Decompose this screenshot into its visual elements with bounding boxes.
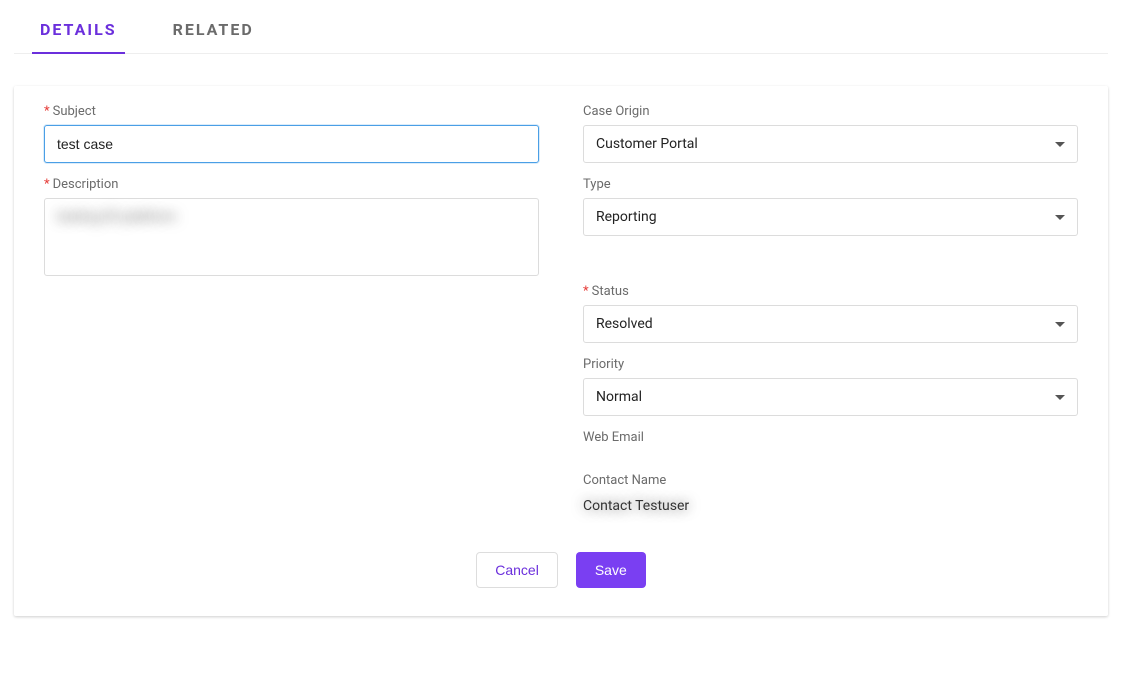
field-contact-name: Contact Name Contact Testuser [583,473,1078,518]
priority-select[interactable]: Normal [583,378,1078,416]
type-label: Type [583,177,1078,192]
priority-label: Priority [583,357,1078,372]
subject-input[interactable] [44,125,539,163]
tab-details[interactable]: DETAILS [32,10,125,53]
case-origin-label: Case Origin [583,104,1078,119]
web-email-value [583,451,1078,459]
field-priority: Priority Normal [583,357,1078,416]
required-icon: * [583,284,589,299]
case-origin-select[interactable]: Customer Portal [583,125,1078,163]
spacer [583,250,1078,284]
required-icon: * [44,177,50,192]
web-email-label: Web Email [583,430,1078,445]
left-column: * Subject * Description testing ES platf… [44,104,539,532]
field-description: * Description testing ES platform [44,177,539,276]
type-select[interactable]: Reporting [583,198,1078,236]
field-subject: * Subject [44,104,539,163]
priority-value: Normal [596,389,642,405]
button-row: Cancel Save [44,552,1078,588]
case-origin-value: Customer Portal [596,136,698,152]
status-value: Resolved [596,316,653,332]
details-panel: * Subject * Description testing ES platf… [14,86,1108,616]
type-value: Reporting [596,209,657,225]
tab-related[interactable]: RELATED [165,10,262,53]
contact-name-label: Contact Name [583,473,1078,488]
chevron-down-icon [1055,395,1065,400]
chevron-down-icon [1055,142,1065,147]
save-button[interactable]: Save [576,552,646,588]
field-case-origin: Case Origin Customer Portal [583,104,1078,163]
description-label: * Description [44,177,539,192]
status-select[interactable]: Resolved [583,305,1078,343]
chevron-down-icon [1055,322,1065,327]
subject-label: * Subject [44,104,539,119]
field-status: * Status Resolved [583,284,1078,343]
field-type: Type Reporting [583,177,1078,236]
status-label: * Status [583,284,1078,299]
tabs-bar: DETAILS RELATED [14,10,1108,54]
right-column: Case Origin Customer Portal Type Reporti… [583,104,1078,532]
cancel-button[interactable]: Cancel [476,552,558,588]
description-value: testing ES platform [57,209,176,225]
required-icon: * [44,104,50,119]
chevron-down-icon [1055,215,1065,220]
contact-name-value: Contact Testuser [583,494,1078,518]
field-web-email: Web Email [583,430,1078,459]
description-input[interactable]: testing ES platform [44,198,539,276]
